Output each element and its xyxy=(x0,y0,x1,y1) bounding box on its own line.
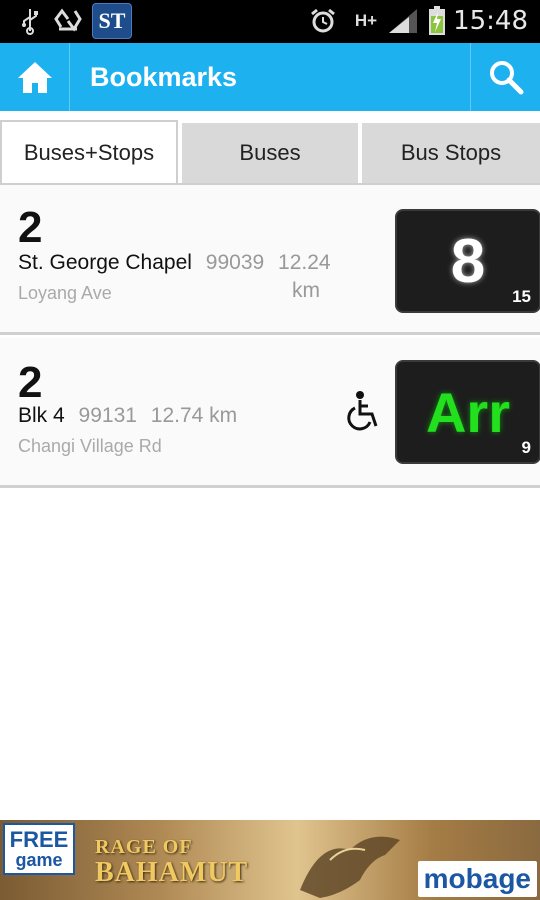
ad-title-line2: BAHAMUT xyxy=(95,857,249,888)
badge-line2: game xyxy=(15,850,63,870)
stop-distance: 12.24 xyxy=(278,251,331,274)
badge-line1: FREE xyxy=(9,827,69,852)
search-button[interactable] xyxy=(470,43,540,111)
next-bus-eta: Arr xyxy=(425,380,511,444)
status-bar: ST H+ 15:48 xyxy=(0,0,540,43)
tab-buses[interactable]: Buses xyxy=(182,123,358,183)
bookmark-row[interactable]: 2 St. George Chapel 99039 12.24 km Loyan… xyxy=(0,185,540,335)
battery-charging-icon xyxy=(426,6,448,36)
ad-game-title: RAGE OF BAHAMUT xyxy=(95,834,249,888)
wheelchair-accessible-icon xyxy=(344,390,384,434)
network-type: H+ xyxy=(354,11,378,30)
signal-icon xyxy=(386,6,420,36)
stop-name: St. George Chapel xyxy=(18,251,192,274)
app-logo: ST xyxy=(92,3,132,39)
recycle-icon xyxy=(52,6,84,36)
dragon-illustration xyxy=(300,836,400,898)
arrival-time-box[interactable]: 8 15 xyxy=(395,209,540,313)
ad-brand-logo: mobage xyxy=(417,861,537,897)
stop-info: St. George Chapel 99039 12.24 xyxy=(18,251,331,275)
home-button[interactable] xyxy=(0,43,70,111)
stop-name: Blk 4 xyxy=(18,404,65,427)
tab-label: Bus Stops xyxy=(400,140,502,165)
home-icon xyxy=(17,62,52,93)
page-title: Bookmarks xyxy=(90,62,238,92)
tab-bus-stops[interactable]: Bus Stops xyxy=(362,123,540,183)
stop-code: 99131 xyxy=(78,404,137,427)
subsequent-bus-eta: 9 xyxy=(521,438,531,457)
alarm-icon xyxy=(308,6,338,36)
tab-buses-stops[interactable]: Buses+Stops xyxy=(0,120,178,184)
tab-label: Buses+Stops xyxy=(23,140,155,165)
tab-label: Buses xyxy=(239,140,301,165)
stop-distance: 12.74 km xyxy=(150,404,238,427)
distance-unit: km xyxy=(292,279,320,302)
usb-icon xyxy=(18,6,42,36)
clock: 15:48 xyxy=(453,6,528,36)
road-name: Loyang Ave xyxy=(18,283,112,303)
stop-info: Blk 4 99131 12.74 km xyxy=(18,404,237,428)
bookmark-row[interactable]: 2 Blk 4 99131 12.74 km Changi Village Rd… xyxy=(0,338,540,488)
stop-distance-unit: km xyxy=(292,279,320,303)
subsequent-bus-eta: 15 xyxy=(512,287,531,306)
road-name: Changi Village Rd xyxy=(18,436,162,456)
search-icon xyxy=(489,61,523,95)
arrival-time-box[interactable]: Arr 9 xyxy=(395,360,540,464)
free-game-badge: FREE game xyxy=(3,823,75,875)
stop-code: 99039 xyxy=(205,251,265,274)
action-bar: Bookmarks xyxy=(0,43,540,111)
ad-banner[interactable]: FREE game RAGE OF BAHAMUT mobage xyxy=(0,820,540,900)
bus-route-number: 2 xyxy=(18,203,43,252)
tab-bar: Buses+Stops Buses Bus Stops xyxy=(0,120,540,184)
bus-route-number: 2 xyxy=(18,358,43,407)
